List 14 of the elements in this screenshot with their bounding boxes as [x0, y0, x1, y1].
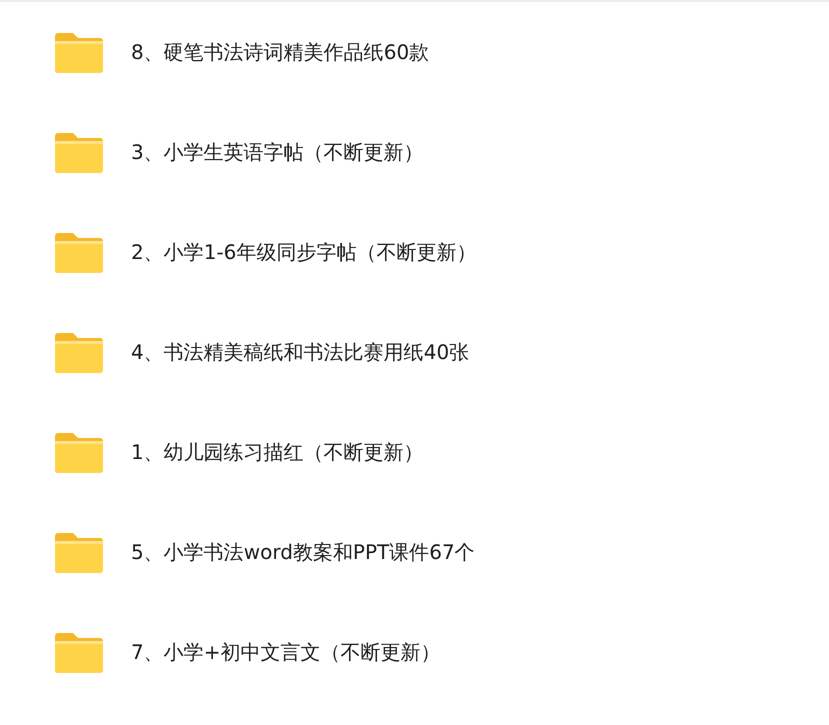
- folder-icon[interactable]: [55, 131, 103, 173]
- folder-name[interactable]: 4、书法精美稿纸和书法比赛用纸40张: [131, 337, 470, 367]
- folder-name[interactable]: 3、小学生英语字帖（不断更新）: [131, 137, 424, 167]
- folder-icon[interactable]: [55, 331, 103, 373]
- folder-icon[interactable]: [55, 31, 103, 73]
- folder-name[interactable]: 8、硬笔书法诗词精美作品纸60款: [131, 37, 430, 67]
- folder-name[interactable]: 7、小学+初中文言文（不断更新）: [131, 637, 440, 667]
- folder-name[interactable]: 5、小学书法word教案和PPT课件67个: [131, 537, 475, 567]
- folder-icon[interactable]: [55, 631, 103, 673]
- folder-icon[interactable]: [55, 531, 103, 573]
- folder-icon[interactable]: [55, 231, 103, 273]
- folder-icon[interactable]: [55, 431, 103, 473]
- folder-name[interactable]: 2、小学1-6年级同步字帖（不断更新）: [131, 237, 476, 267]
- folder-name[interactable]: 1、幼儿园练习描红（不断更新）: [131, 437, 424, 467]
